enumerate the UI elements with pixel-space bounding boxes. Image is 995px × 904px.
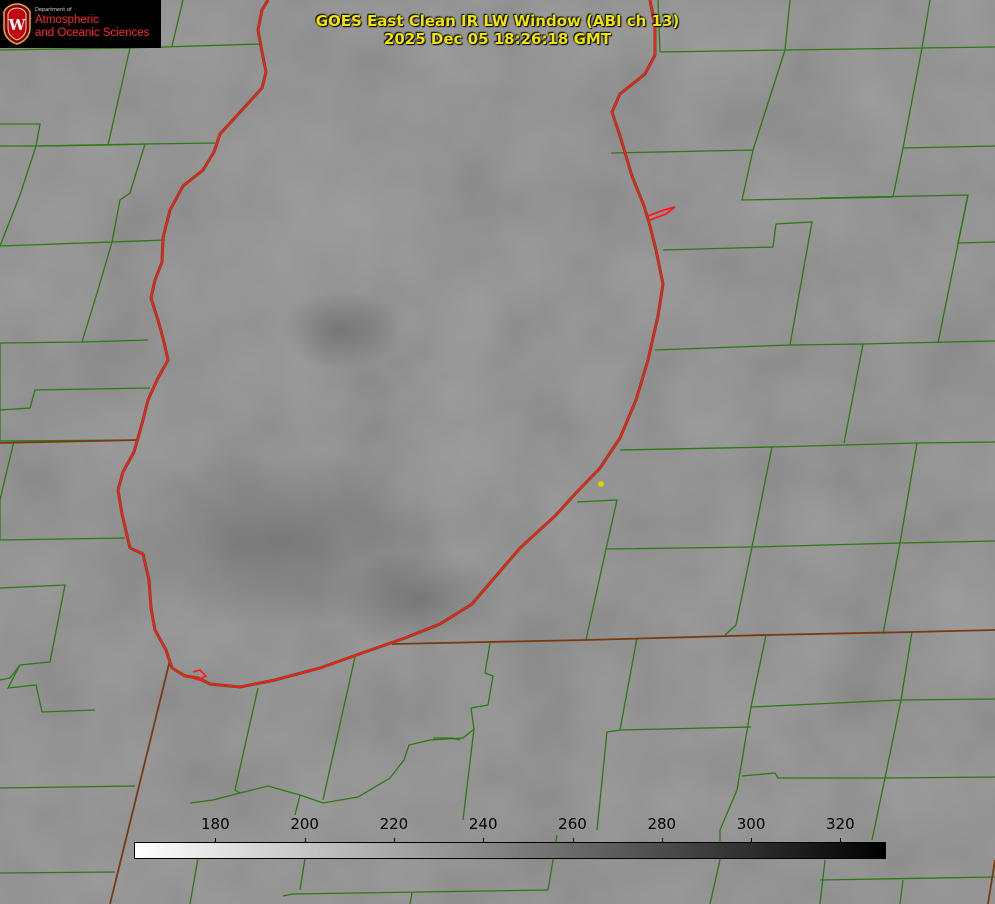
crest-letter: W [8, 16, 27, 34]
colorbar-tick-label: 180 [201, 815, 230, 833]
satellite-map [0, 0, 995, 904]
colorbar-tick-label: 200 [290, 815, 319, 833]
colorbar-tick-label: 260 [558, 815, 587, 833]
logo-department-label: Department of [35, 7, 72, 13]
station-marker [598, 481, 604, 487]
colorbar-tick [751, 838, 753, 843]
colorbar-tick-label: 220 [379, 815, 409, 833]
colorbar-tick [661, 838, 663, 843]
logo-panel: W Department of Atmospheric and Oceanic … [0, 0, 161, 48]
colorbar-tick [304, 838, 306, 843]
colorbar-tick-label: 280 [647, 815, 677, 833]
cloud-dark-patch [280, 290, 400, 370]
colorbar-tick [215, 838, 217, 843]
colorbar-tick-label: 240 [468, 815, 498, 833]
image-title: GOES East Clean IR LW Window (ABI ch 13)… [250, 12, 745, 48]
colorbar-tick [572, 838, 574, 843]
colorbar [134, 842, 886, 859]
logo-line-2: and Oceanic Sciences [35, 27, 150, 39]
colorbar-tick [483, 838, 485, 843]
logo-line-1: Atmospheric [35, 14, 99, 26]
colorbar-tick [840, 838, 842, 843]
colorbar-tick-label: 320 [826, 815, 855, 833]
ir-imagery-texture [0, 0, 995, 904]
cloud-dark-patch [330, 550, 510, 650]
university-crest-icon: W [3, 3, 31, 45]
colorbar-tick-label: 300 [736, 815, 766, 833]
title-line-2: 2025 Dec 05 18:26:18 GMT [383, 30, 612, 48]
title-line-1: GOES East Clean IR LW Window (ABI ch 13) [315, 12, 680, 30]
colorbar-tick [393, 838, 395, 843]
